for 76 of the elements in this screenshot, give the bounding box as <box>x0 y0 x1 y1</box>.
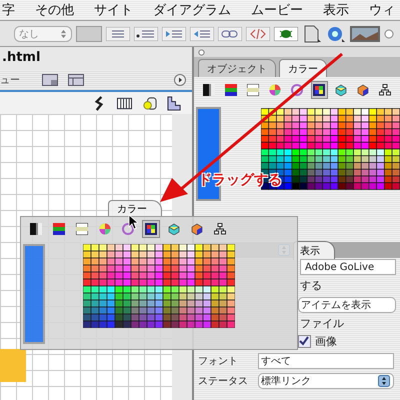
color-mode-button[interactable] <box>222 81 240 99</box>
cube-icon <box>335 84 348 96</box>
field-label: フォント <box>198 355 239 368</box>
cube-icon <box>191 223 203 235</box>
color-mode-button[interactable] <box>73 220 91 238</box>
gradient-icon <box>30 223 42 235</box>
floating-palette[interactable] <box>20 216 298 350</box>
hierarchy-icon <box>379 84 392 96</box>
color-ring-icon <box>290 84 303 96</box>
hierarchy-icon <box>214 223 226 235</box>
stepper-icon[interactable] <box>378 375 390 387</box>
gradient-icon <box>202 84 215 96</box>
gradient-icon <box>76 223 88 235</box>
status-select[interactable]: 標準リンク <box>258 373 394 389</box>
color-mode-button[interactable] <box>142 220 160 238</box>
collapse-icon[interactable] <box>198 48 205 56</box>
option-label: する <box>300 278 322 292</box>
swatches-icon <box>313 84 326 96</box>
color-mode-button[interactable] <box>119 220 137 238</box>
palette-tab[interactable]: カラー <box>108 200 162 217</box>
swatches-icon <box>145 223 157 235</box>
rgb-slider-icon <box>224 84 237 96</box>
stepper-icon <box>60 28 67 38</box>
frame-tab-icon[interactable] <box>42 74 58 86</box>
menu-item[interactable]: ムービー <box>251 1 303 19</box>
radio-icon[interactable] <box>384 28 394 38</box>
menu-item[interactable]: ダイアグラム <box>153 1 231 19</box>
code-icon[interactable] <box>246 26 270 40</box>
cube-icon <box>168 223 180 235</box>
view-tab[interactable]: ュー <box>0 73 32 87</box>
steps-icon[interactable] <box>167 96 182 110</box>
color-ring-icon <box>122 223 134 235</box>
color-mode-button[interactable] <box>310 81 328 99</box>
menu-item[interactable]: 字 <box>2 1 15 19</box>
rgb-slider-icon <box>53 223 65 235</box>
cube-icon <box>357 84 370 96</box>
indent-icon[interactable] <box>162 26 186 40</box>
text-field[interactable]: すべて <box>258 353 394 369</box>
menu-item[interactable]: サイト <box>94 1 133 19</box>
bug-icon[interactable] <box>274 26 298 40</box>
current-color-swatch[interactable] <box>23 244 45 344</box>
text-field[interactable]: Adobe GoLive <box>300 259 396 275</box>
color-mode-button[interactable] <box>244 81 262 99</box>
color-swatch-grid[interactable] <box>83 244 235 328</box>
gradient-icon <box>246 84 259 96</box>
palette-tab[interactable]: カラー <box>279 59 327 77</box>
menu-item[interactable]: その他 <box>35 1 74 19</box>
play-icon[interactable] <box>174 74 186 86</box>
browser-icon[interactable] <box>326 24 346 42</box>
color-wheel-icon <box>268 84 281 96</box>
color-mode-button[interactable] <box>27 220 45 238</box>
outdent-icon[interactable] <box>190 26 214 40</box>
link-icon[interactable] <box>218 26 242 40</box>
color-field[interactable] <box>76 26 102 42</box>
menu-item[interactable]: 表示 <box>323 1 349 19</box>
layout-box <box>0 349 26 382</box>
film-icon[interactable] <box>117 96 132 110</box>
color-mode-button[interactable] <box>200 81 218 99</box>
palette-tab[interactable]: オブジェクト <box>198 59 276 77</box>
database-icon[interactable] <box>142 96 157 110</box>
pointer-icon <box>128 214 138 230</box>
display-select[interactable]: アイテムを表示 <box>298 297 396 313</box>
image-icon[interactable] <box>350 26 380 42</box>
layout-tab-icon[interactable] <box>68 74 84 86</box>
menu-item[interactable]: ウィ <box>369 1 395 19</box>
checkbox[interactable] <box>298 334 311 348</box>
window-title: .html <box>1 49 42 67</box>
color-mode-button[interactable] <box>50 220 68 238</box>
numbered-list-icon[interactable] <box>106 26 130 40</box>
color-mode-button[interactable] <box>288 81 306 99</box>
checkbox-label: 画像 <box>315 334 337 348</box>
field-label: ステータス <box>198 375 249 388</box>
bullet-list-icon[interactable] <box>134 26 158 40</box>
color-wheel-icon <box>99 223 111 235</box>
document-icon[interactable] <box>302 24 322 42</box>
option-label: ファイル <box>300 316 344 330</box>
